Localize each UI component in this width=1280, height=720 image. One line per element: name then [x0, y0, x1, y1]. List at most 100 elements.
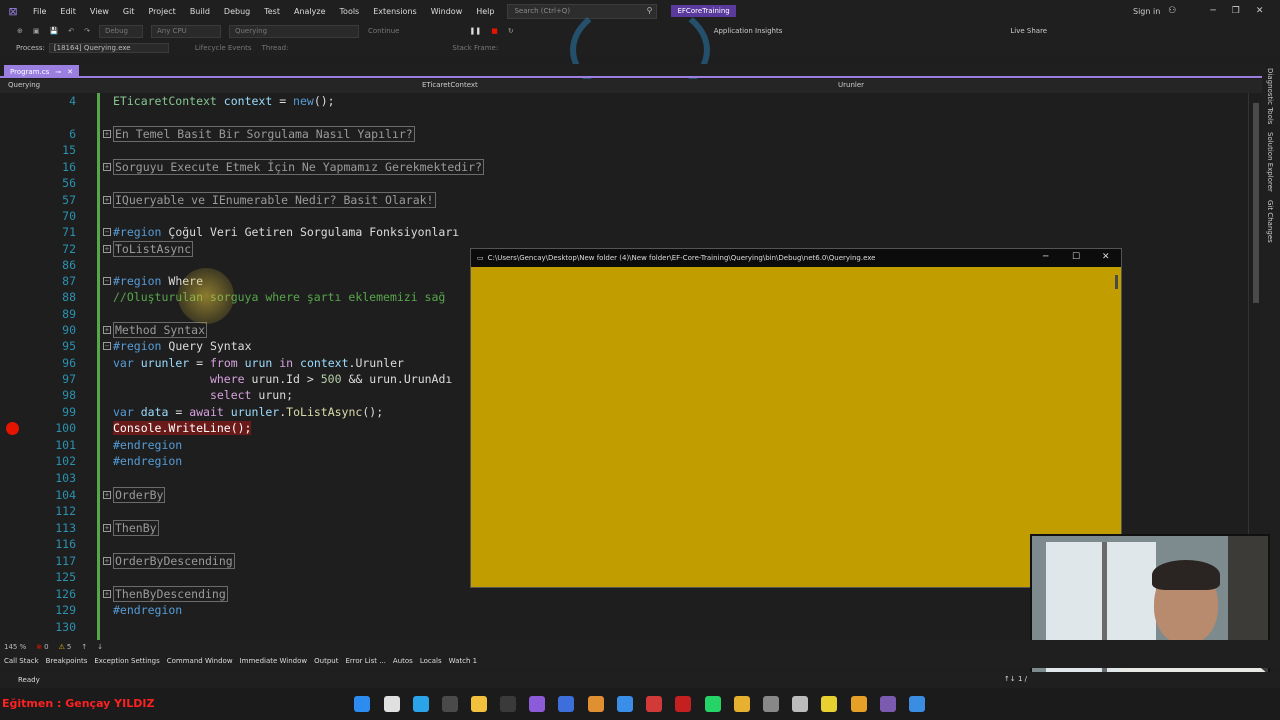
notepad-icon[interactable] — [909, 696, 925, 712]
explorer-icon[interactable] — [442, 696, 458, 712]
sign-in-link[interactable]: Sign in — [1133, 7, 1160, 16]
close-icon[interactable]: ✕ — [1256, 6, 1264, 16]
collapsed-region[interactable]: IQueryable ve IEnumerable Nedir? Basit O… — [113, 192, 436, 208]
opera-icon[interactable] — [646, 696, 662, 712]
tab-immediate-window[interactable]: Immediate Window — [240, 657, 308, 665]
expand-region-icon[interactable]: + — [103, 163, 111, 171]
collapse-region-icon[interactable]: − — [103, 342, 111, 350]
stop-icon[interactable]: ■ — [486, 27, 503, 35]
menu-view[interactable]: View — [83, 7, 116, 16]
startup-select[interactable]: Querying — [228, 24, 359, 38]
git-changes-tab[interactable]: Git Changes — [1266, 200, 1274, 243]
widgets-icon[interactable] — [413, 696, 429, 712]
menu-tools[interactable]: Tools — [333, 7, 367, 16]
expand-region-icon[interactable]: + — [103, 245, 111, 253]
tab-exception-settings[interactable]: Exception Settings — [94, 657, 159, 665]
tab-command-window[interactable]: Command Window — [167, 657, 233, 665]
tab-error-list[interactable]: Error List ... — [345, 657, 385, 665]
app-insights-button[interactable]: Application Insights — [709, 27, 788, 35]
expand-region-icon[interactable]: + — [103, 491, 111, 499]
account-icon[interactable]: ⚇ — [1168, 6, 1176, 16]
save-icon[interactable]: 💾 — [45, 27, 64, 35]
restore-icon[interactable]: ❐ — [1232, 6, 1240, 16]
edge-icon[interactable] — [617, 696, 633, 712]
collapse-region-icon[interactable]: − — [103, 228, 111, 236]
tab-breakpoints[interactable]: Breakpoints — [46, 657, 88, 665]
menu-git[interactable]: Git — [116, 7, 142, 16]
tab-program-cs[interactable]: Program.cs ⊸ ✕ — [4, 65, 80, 78]
record-icon[interactable] — [675, 696, 691, 712]
zoom-level[interactable]: 145 % — [4, 643, 26, 651]
start-icon[interactable] — [354, 696, 370, 712]
chrome-icon[interactable] — [734, 696, 750, 712]
warning-icon[interactable]: ⚠ — [59, 643, 65, 651]
tab-watch-1[interactable]: Watch 1 — [449, 657, 477, 665]
app-icon[interactable] — [588, 696, 604, 712]
back-icon[interactable]: ⊕ — [12, 27, 28, 35]
lifecycle-events[interactable]: Lifecycle Events — [195, 44, 252, 52]
menu-extensions[interactable]: Extensions — [366, 7, 423, 16]
status-position[interactable]: ↑↓ 1 / — [1004, 675, 1027, 683]
collapsed-region[interactable]: ThenBy — [113, 520, 159, 536]
undo-icon[interactable]: ↶ — [63, 27, 79, 35]
menu-window[interactable]: Window — [424, 7, 470, 16]
console-window[interactable]: ▭ C:\Users\Gencay\Desktop\New folder (4)… — [470, 248, 1122, 588]
powerbi-icon[interactable] — [851, 696, 867, 712]
expand-region-icon[interactable]: + — [103, 557, 111, 565]
menu-project[interactable]: Project — [141, 7, 182, 16]
platform-select[interactable]: Any CPU — [150, 24, 221, 38]
nav-up-icon[interactable]: ↑ — [81, 643, 87, 651]
expand-region-icon[interactable]: + — [103, 524, 111, 532]
tab-output[interactable]: Output — [314, 657, 338, 665]
minimize-icon[interactable]: ─ — [1210, 6, 1215, 16]
project-dropdown[interactable]: Querying — [8, 81, 40, 89]
console-titlebar[interactable]: ▭ C:\Users\Gencay\Desktop\New folder (4)… — [471, 249, 1121, 267]
console-scrollbar[interactable] — [1115, 275, 1118, 289]
expand-region-icon[interactable]: + — [103, 590, 111, 598]
collapsed-region[interactable]: ToListAsync — [113, 241, 194, 257]
sticky-notes-icon[interactable] — [821, 696, 837, 712]
config-select[interactable]: Debug — [98, 24, 143, 38]
collapsed-region[interactable]: Method Syntax — [113, 322, 208, 338]
menu-file[interactable]: File — [26, 7, 53, 16]
snipping-tool-icon[interactable] — [792, 696, 808, 712]
expand-region-icon[interactable]: + — [103, 130, 111, 138]
console-maximize-icon[interactable]: ☐ — [1072, 252, 1080, 262]
new-item-icon[interactable]: ▣ — [28, 27, 45, 35]
collapsed-region[interactable]: ThenByDescending — [113, 586, 228, 602]
menu-test[interactable]: Test — [257, 7, 287, 16]
terminal-icon[interactable] — [500, 696, 516, 712]
diagnostic-tools-tab[interactable]: Diagnostic Tools — [1266, 68, 1274, 124]
menu-build[interactable]: Build — [183, 7, 217, 16]
menu-help[interactable]: Help — [469, 7, 501, 16]
tab-locals[interactable]: Locals — [420, 657, 442, 665]
menu-analyze[interactable]: Analyze — [287, 7, 333, 16]
settings-icon[interactable] — [763, 696, 779, 712]
collapsed-region[interactable]: Sorguyu Execute Etmek İçin Ne Yapmamız G… — [113, 159, 484, 175]
live-share-button[interactable]: Live Share — [1005, 27, 1052, 35]
menu-edit[interactable]: Edit — [53, 7, 83, 16]
menu-debug[interactable]: Debug — [217, 7, 257, 16]
scrollbar-thumb[interactable] — [1253, 103, 1259, 303]
visual-studio-icon[interactable] — [529, 696, 545, 712]
collapsed-region[interactable]: OrderByDescending — [113, 553, 235, 569]
collapse-region-icon[interactable]: − — [103, 277, 111, 285]
class-dropdown[interactable]: ETicaretContext — [422, 81, 478, 89]
active-console-icon[interactable] — [880, 696, 896, 712]
task-view-icon[interactable] — [384, 696, 400, 712]
collapsed-region[interactable]: OrderBy — [113, 487, 166, 503]
redo-icon[interactable]: ↷ — [79, 27, 95, 35]
word-icon[interactable] — [558, 696, 574, 712]
restart-icon[interactable]: ↻ — [503, 27, 519, 35]
console-close-icon[interactable]: ✕ — [1102, 252, 1110, 262]
process-select[interactable]: [18164] Querying.exe — [48, 43, 169, 53]
collapsed-region[interactable]: En Temel Basit Bir Sorgulama Nasıl Yapıl… — [113, 126, 415, 142]
tab-call-stack[interactable]: Call Stack — [4, 657, 39, 665]
tab-close-icon[interactable]: ✕ — [67, 68, 73, 76]
folder-icon[interactable] — [471, 696, 487, 712]
console-minimize-icon[interactable]: ─ — [1043, 252, 1048, 262]
continue-button[interactable]: Continue — [363, 27, 404, 35]
whatsapp-icon[interactable] — [705, 696, 721, 712]
pin-icon[interactable]: ⊸ — [55, 68, 61, 76]
expand-region-icon[interactable]: + — [103, 196, 111, 204]
